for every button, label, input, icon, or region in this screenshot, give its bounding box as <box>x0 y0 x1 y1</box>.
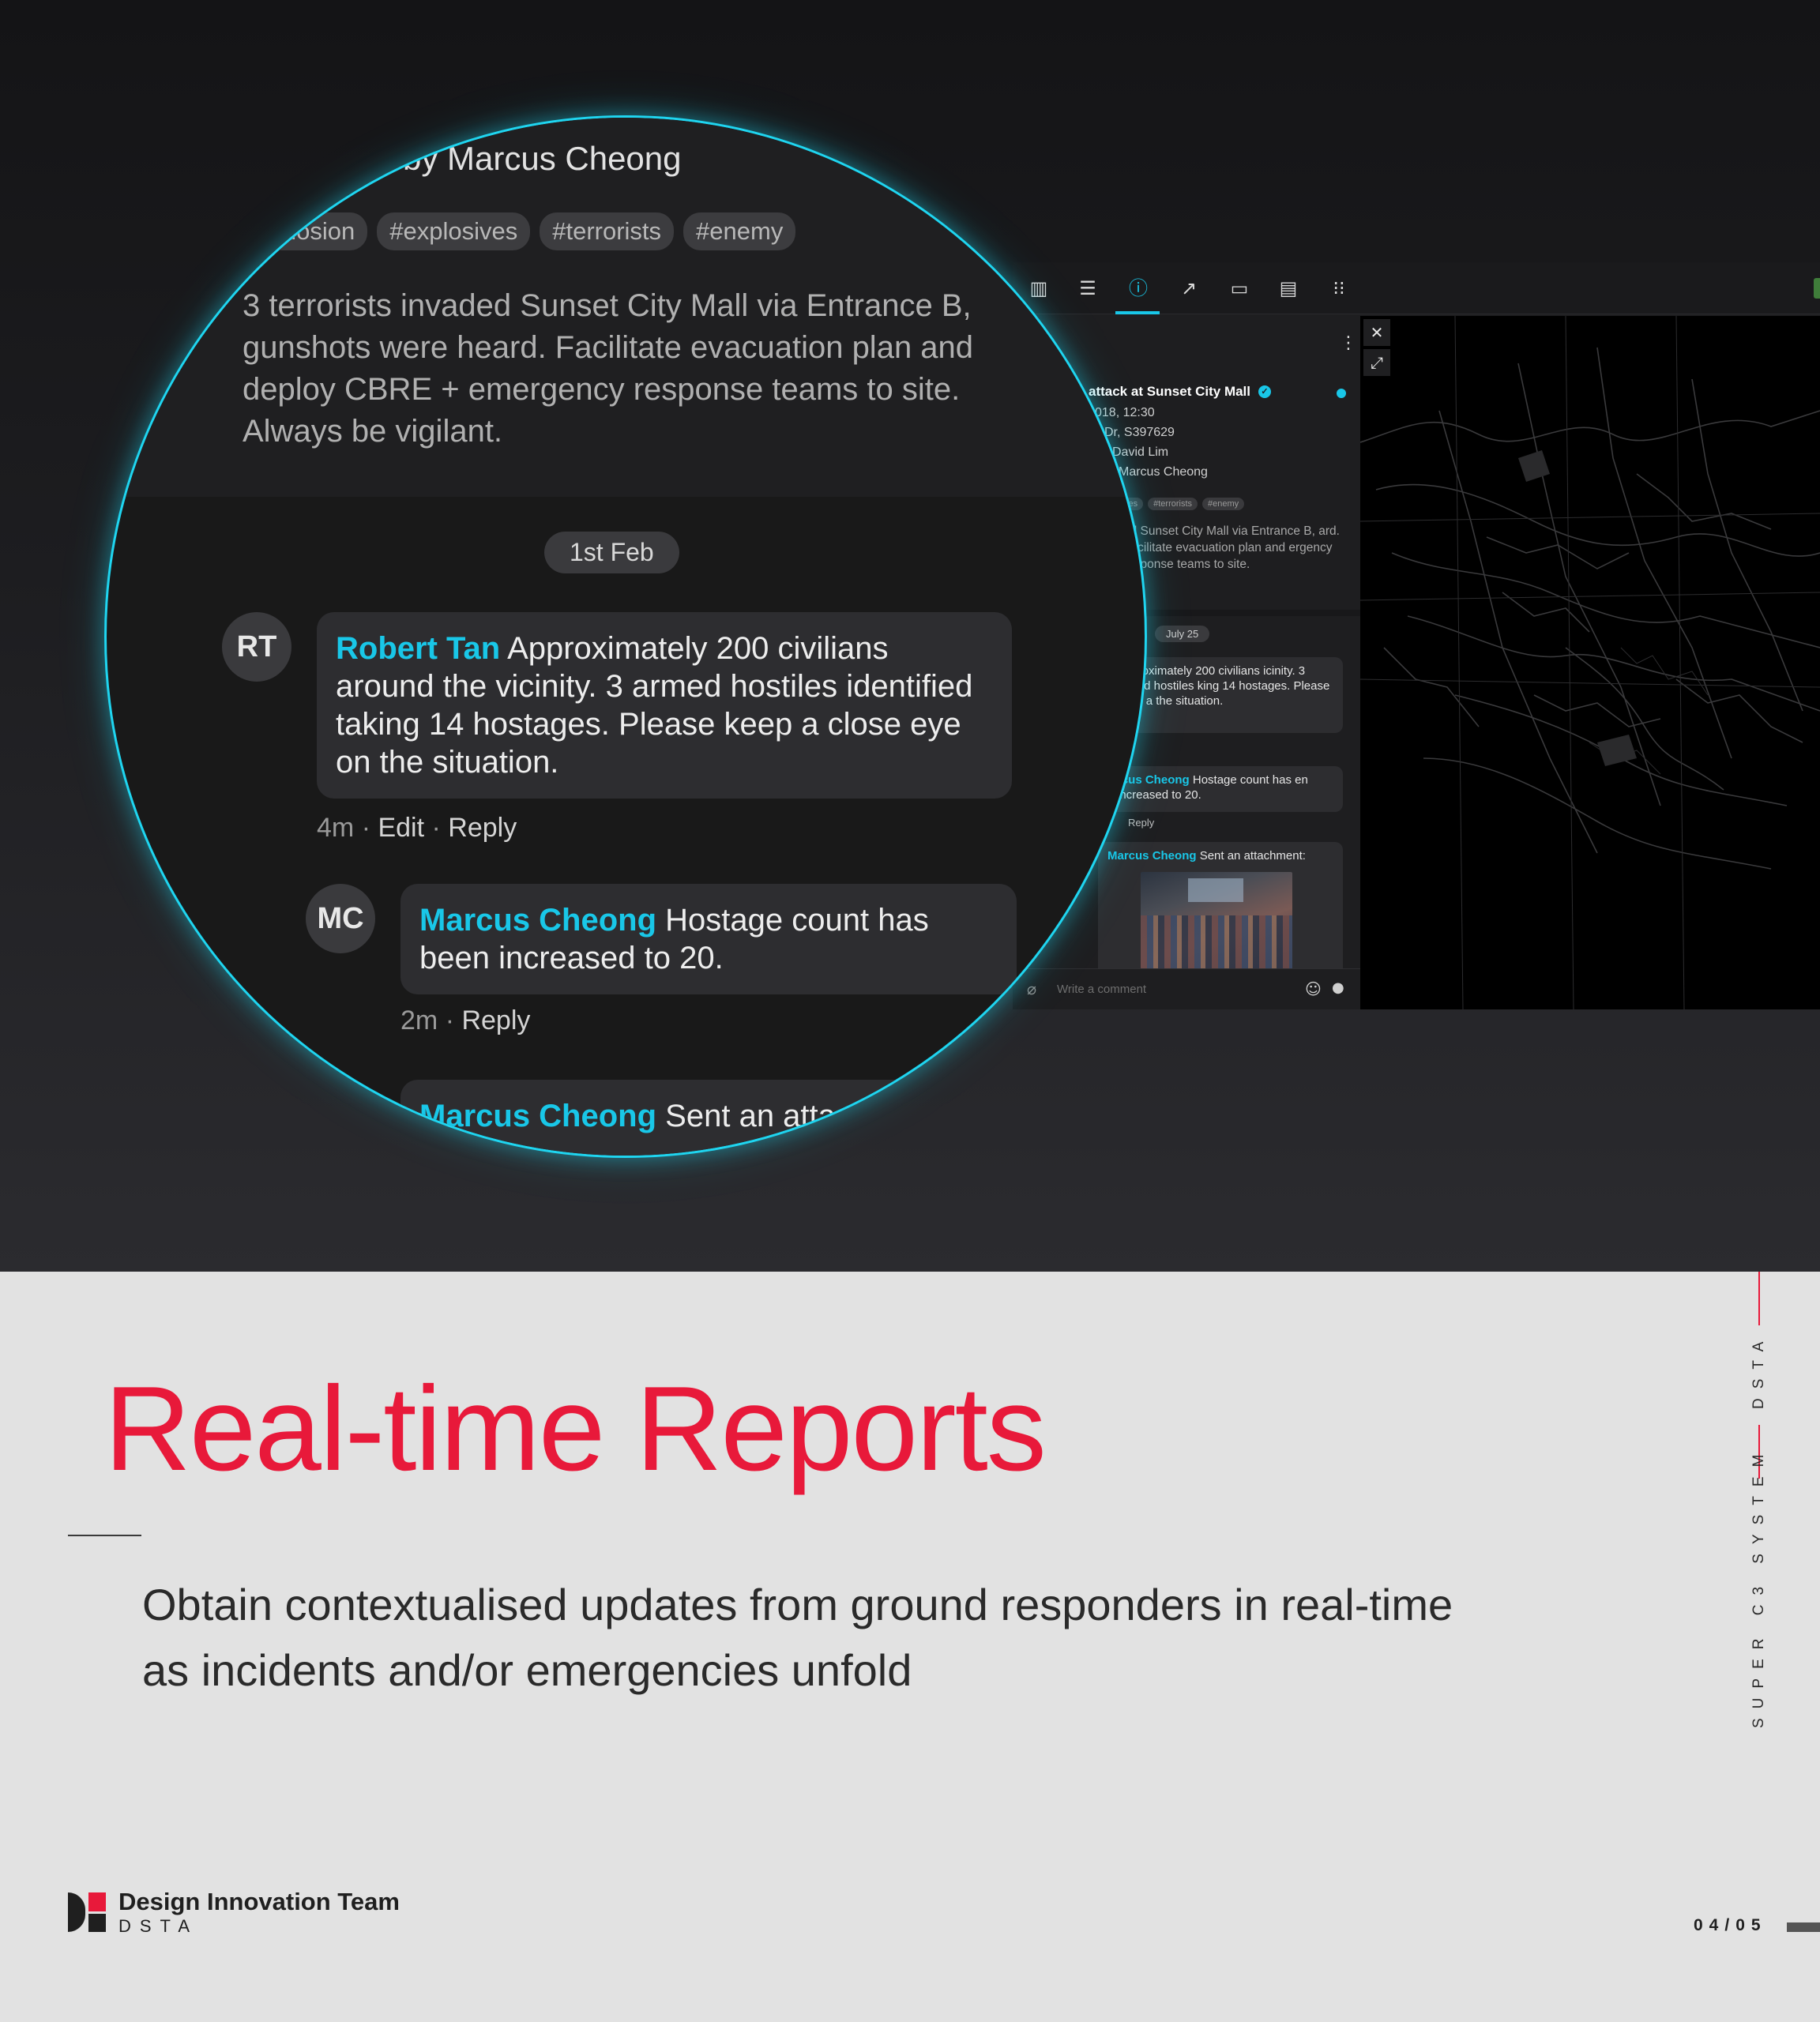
showcase-area: ▥ ☰ ⓘ ↗ ▭ ▤ ⁝⁝ k ⋮ attack at Sunset City… <box>0 0 1820 1272</box>
comment-text: Approximately 200 civilians icinity. 3 a… <box>1117 664 1330 708</box>
magnifier-lens: by Marcus Cheong plosion #explosives #te… <box>104 115 1147 1158</box>
reply-link[interactable]: Reply <box>448 813 517 843</box>
emoji-icon[interactable]: ☺ <box>1305 979 1322 998</box>
verified-icon: ✓ <box>1258 385 1271 398</box>
tag[interactable]: #explosives <box>377 212 531 250</box>
expand-icon[interactable]: ⤢ <box>1363 349 1390 376</box>
reply-link[interactable]: Reply <box>1128 817 1154 829</box>
comment-meta: 2m · Reply <box>400 1005 531 1035</box>
heading-rule <box>68 1535 141 1536</box>
tag[interactable]: #enemy <box>1202 498 1245 510</box>
more-options-icon[interactable]: ⋮ <box>1340 333 1357 353</box>
comment-author[interactable]: Marcus Cheong <box>1107 849 1197 863</box>
comment-input[interactable]: Write a comment <box>1057 983 1146 996</box>
trend-icon[interactable]: ↗ <box>1177 276 1201 300</box>
report-description: ed Sunset City Mall via Entrance B, ard.… <box>1123 524 1340 571</box>
microphone-icon[interactable]: ● <box>1332 979 1344 996</box>
comment-author[interactable]: Marcus Cheong <box>419 903 656 938</box>
side-system-name: SUPER C3 SYSTEM <box>1750 1445 1767 1728</box>
comment-time: 2m <box>400 1005 438 1035</box>
page-progress-bar <box>1787 1922 1820 1932</box>
side-accent-line <box>1758 1272 1760 1325</box>
team-org: DSTA <box>118 1916 199 1936</box>
team-name: Design Innovation Team <box>118 1888 400 1915</box>
comment-bubble: rcus Cheong Hostage count has en increas… <box>1107 766 1343 812</box>
side-brand: DSTA <box>1750 1332 1767 1409</box>
comment-time: 4m <box>317 813 355 843</box>
reply-link[interactable]: Reply <box>461 1005 530 1035</box>
comment-author[interactable]: Robert Tan <box>336 631 500 666</box>
comment-author[interactable]: Marcus Cheong <box>419 1099 656 1133</box>
attachment-image[interactable] <box>1141 872 1292 968</box>
grid-icon[interactable]: ⁝⁝ <box>1327 276 1351 300</box>
tag-list: plosion #explosives #terrorists #enemy <box>265 212 796 250</box>
report-description: 3 terrorists invaded Sunset City Mall vi… <box>243 288 974 449</box>
edit-link[interactable]: Edit <box>378 813 424 843</box>
comment-input-bar: ⌀ Write a comment ☺ ● <box>1013 968 1360 1009</box>
report-byline: by Marcus Cheong <box>403 140 682 177</box>
tag[interactable]: #enemy <box>683 212 796 250</box>
page-indicator: 04/05 <box>1694 1916 1767 1934</box>
tag[interactable]: #terrorists <box>1148 498 1198 510</box>
tag-list: ves #terrorists #enemy <box>1119 498 1245 510</box>
close-icon[interactable]: ✕ <box>1363 319 1390 346</box>
map-view[interactable]: ✕ ⤢ <box>1360 316 1820 1009</box>
slide-heading: Real-time Reports <box>104 1362 1047 1496</box>
comment-bubble: Robert Tan Approximately 200 civilians a… <box>317 612 1012 799</box>
road-network <box>1360 316 1820 1009</box>
clipboard-icon[interactable]: ▭ <box>1228 276 1251 300</box>
status-indicator <box>1814 278 1820 299</box>
attach-icon[interactable]: ⌀ <box>1027 979 1036 998</box>
dsta-logo <box>68 1892 106 1932</box>
comment-text: Sent an attachment: <box>1199 849 1306 863</box>
tag[interactable]: #terrorists <box>540 212 675 250</box>
comment-bubble: Marcus Cheong Sent an atta <box>400 1080 1017 1156</box>
chat-icon[interactable]: ▤ <box>1277 276 1300 300</box>
live-indicator <box>1337 389 1346 398</box>
comment-text: Sent an atta <box>665 1099 836 1133</box>
comment-bubble: Marcus Cheong Hostage count has been inc… <box>400 884 1017 994</box>
date-chip: 1st Feb <box>544 532 679 573</box>
avatar[interactable]: RT <box>222 612 291 682</box>
slide-subtitle: Obtain contextualised updates from groun… <box>142 1580 1453 1695</box>
comment-meta: 4m · Edit · Reply <box>317 813 517 843</box>
tag[interactable]: plosion <box>265 212 368 250</box>
avatar[interactable]: MC <box>306 884 375 953</box>
date-chip: July 25 <box>1155 626 1210 642</box>
